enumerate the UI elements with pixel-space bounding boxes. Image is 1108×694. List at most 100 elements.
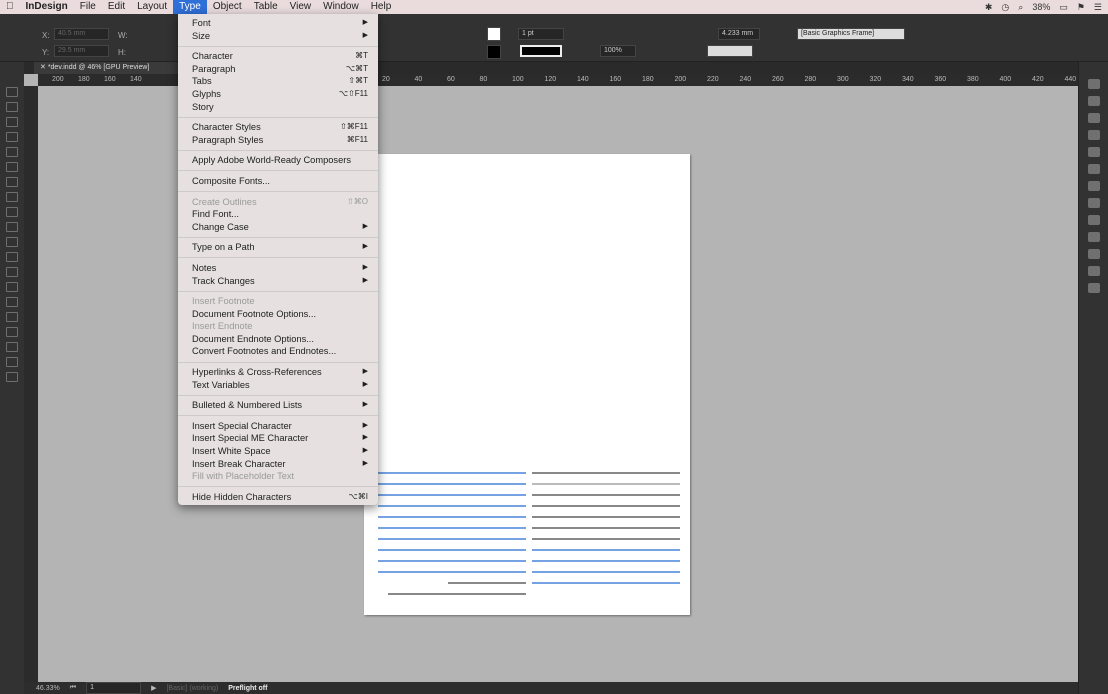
menu-item-size[interactable]: Size ▶ xyxy=(178,30,378,43)
x-field[interactable]: 40.5 mm xyxy=(54,28,109,40)
working-style[interactable]: [Basic] (working) xyxy=(166,685,218,692)
gap-tool-icon[interactable] xyxy=(6,132,18,142)
notification-list-icon[interactable]: ☰ xyxy=(1094,2,1102,13)
page-tool-icon[interactable] xyxy=(6,117,18,127)
character-panel-icon[interactable] xyxy=(1088,215,1100,225)
align-panel-icon[interactable] xyxy=(1088,266,1100,276)
page-number-field[interactable]: 1 xyxy=(86,682,142,694)
menu-item-document-endnote-options[interactable]: Document Endnote Options... xyxy=(178,333,378,346)
search-icon[interactable]: ⌕ xyxy=(1018,2,1023,13)
stroke-type-dropdown[interactable] xyxy=(520,45,562,57)
menu-item-character[interactable]: Character ⌘T xyxy=(178,50,378,63)
swatches-panel-icon[interactable] xyxy=(1088,147,1100,157)
gradient-tool-icon[interactable] xyxy=(6,282,18,292)
vertical-ruler[interactable] xyxy=(24,86,38,682)
zoom-level[interactable]: 46.33% xyxy=(36,685,60,692)
spacing-field[interactable]: 4.233 mm xyxy=(718,28,760,40)
selection-tool-icon[interactable] xyxy=(6,87,18,97)
menu-item-find-font[interactable]: Find Font... xyxy=(178,208,378,221)
glyphs-panel-icon[interactable] xyxy=(1088,249,1100,259)
menu-item-track-changes[interactable]: Track Changes ▶ xyxy=(178,275,378,288)
flag-icon[interactable]: ⚑ xyxy=(1077,2,1085,13)
menu-layout[interactable]: Layout xyxy=(131,0,173,14)
y-field[interactable]: 29.5 mm xyxy=(54,45,109,57)
battery-percent[interactable]: 38% xyxy=(1032,2,1050,12)
menu-view[interactable]: View xyxy=(284,0,318,14)
menu-window[interactable]: Window xyxy=(317,0,365,14)
paragraph-styles-icon[interactable] xyxy=(1088,198,1100,208)
menu-item-document-footnote-options[interactable]: Document Footnote Options... xyxy=(178,308,378,321)
menu-item-text-variables[interactable]: Text Variables ▶ xyxy=(178,379,378,392)
menu-item-glyphs[interactable]: Glyphs ⌥⇧F11 xyxy=(178,88,378,101)
menu-item-character-styles[interactable]: Character Styles ⇧⌘F11 xyxy=(178,121,378,134)
free-transform-tool-icon[interactable] xyxy=(6,267,18,277)
menu-item-type-on-a-path[interactable]: Type on a Path ▶ xyxy=(178,241,378,254)
stroke-swatch[interactable] xyxy=(487,45,501,59)
zoom-tool-icon[interactable] xyxy=(6,342,18,352)
menu-item-insert-break-character[interactable]: Insert Break Character ▶ xyxy=(178,458,378,471)
menu-type[interactable]: Type xyxy=(173,0,207,14)
rectangle-tool-icon[interactable] xyxy=(6,237,18,247)
note-tool-icon[interactable] xyxy=(6,297,18,307)
menu-item-composite-fonts[interactable]: Composite Fonts... xyxy=(178,175,378,188)
menu-file[interactable]: File xyxy=(74,0,102,14)
menu-item-paragraph-styles[interactable]: Paragraph Styles ⌘F11 xyxy=(178,134,378,147)
pages-panel-icon[interactable] xyxy=(1088,79,1100,89)
menu-item-story[interactable]: Story xyxy=(178,101,378,114)
stroke-panel-icon[interactable] xyxy=(1088,130,1100,140)
document-page[interactable] xyxy=(364,154,690,615)
menu-item-notes[interactable]: Notes ▶ xyxy=(178,262,378,275)
preflight-status[interactable]: Preflight off xyxy=(228,685,267,692)
bluetooth-icon[interactable]: ✱ xyxy=(985,2,993,13)
text-column-left[interactable] xyxy=(378,472,526,604)
menu-item-tabs[interactable]: Tabs ⇧⌘T xyxy=(178,75,378,88)
menu-item-bulleted-numbered-lists[interactable]: Bulleted & Numbered Lists ▶ xyxy=(178,399,378,412)
menu-item-hide-hidden-characters[interactable]: Hide Hidden Characters ⌥⌘I xyxy=(178,491,378,504)
screen-mode-icon[interactable] xyxy=(6,372,18,382)
clock-icon[interactable]: ◷ xyxy=(1001,2,1009,13)
menu-table[interactable]: Table xyxy=(248,0,284,14)
rectangle-frame-tool-icon[interactable] xyxy=(6,222,18,232)
menu-item-paragraph[interactable]: Paragraph ⌥⌘T xyxy=(178,63,378,76)
menu-item-insert-special-character[interactable]: Insert Special Character ▶ xyxy=(178,420,378,433)
menu-item-hyperlinks-cross-references[interactable]: Hyperlinks & Cross-References ▶ xyxy=(178,366,378,379)
pencil-tool-icon[interactable] xyxy=(6,207,18,217)
color-panel-icon[interactable] xyxy=(1088,164,1100,174)
eyedropper-tool-icon[interactable] xyxy=(6,312,18,322)
menu-item-insert-white-space[interactable]: Insert White Space ▶ xyxy=(178,445,378,458)
type-tool-icon[interactable] xyxy=(6,162,18,172)
menu-edit[interactable]: Edit xyxy=(102,0,131,14)
line-tool-icon[interactable] xyxy=(6,177,18,187)
menu-item-apply-adobe-world-ready-composers[interactable]: Apply Adobe World-Ready Composers xyxy=(178,154,378,167)
close-icon[interactable]: ✕ xyxy=(40,64,48,71)
layers-panel-icon[interactable] xyxy=(1088,96,1100,106)
character-styles-icon[interactable] xyxy=(1088,181,1100,191)
direct-selection-tool-icon[interactable] xyxy=(6,102,18,112)
links-panel-icon[interactable] xyxy=(1088,113,1100,123)
paragraph-panel-icon[interactable] xyxy=(1088,232,1100,242)
object-style-dropdown[interactable]: [Basic Graphics Frame] xyxy=(797,28,905,40)
apple-menu-icon[interactable]:  xyxy=(0,0,20,14)
menu-item-font[interactable]: Font ▶ xyxy=(178,17,378,30)
menu-app[interactable]: InDesign xyxy=(20,0,74,14)
scissors-tool-icon[interactable] xyxy=(6,252,18,262)
hand-tool-icon[interactable] xyxy=(6,327,18,337)
menu-item-convert-footnotes-and-endnotes[interactable]: Convert Footnotes and Endnotes... xyxy=(178,345,378,358)
next-page-icon[interactable]: ▶ xyxy=(151,684,156,692)
menu-object[interactable]: Object xyxy=(207,0,248,14)
menu-item-label: Convert Footnotes and Endnotes... xyxy=(192,346,337,357)
stroke-weight-field[interactable]: 1 pt xyxy=(518,28,564,40)
first-page-icon[interactable]: ⏮ xyxy=(70,684,76,692)
menu-item-change-case[interactable]: Change Case ▶ xyxy=(178,221,378,234)
fill-swatch[interactable] xyxy=(487,27,501,41)
pathfinder-panel-icon[interactable] xyxy=(1088,283,1100,293)
opacity-field[interactable]: 100% xyxy=(600,45,636,57)
pen-tool-icon[interactable] xyxy=(6,192,18,202)
menu-item-insert-special-me-character[interactable]: Insert Special ME Character ▶ xyxy=(178,432,378,445)
text-column-right[interactable] xyxy=(532,472,680,593)
fill-stroke-icon[interactable] xyxy=(6,357,18,367)
menu-help[interactable]: Help xyxy=(365,0,398,14)
frame-fitting-dropdown[interactable] xyxy=(707,45,753,57)
document-tab[interactable]: ✕ *dev.indd @ 46% [GPU Preview] xyxy=(34,62,184,74)
content-collector-icon[interactable] xyxy=(6,147,18,157)
